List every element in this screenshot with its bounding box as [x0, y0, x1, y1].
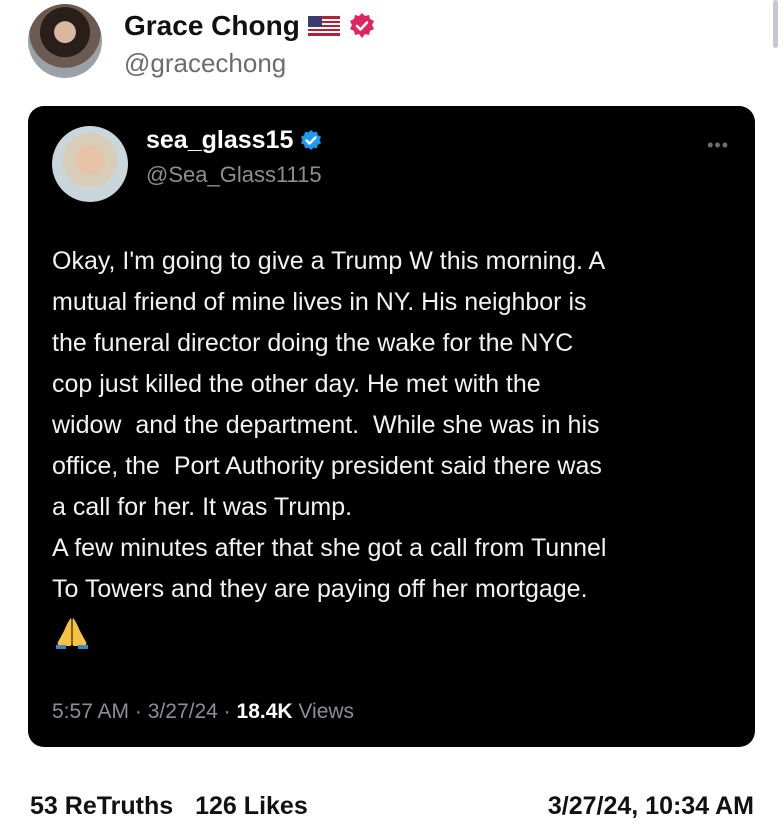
- embedded-author-name: sea_glass15: [146, 126, 294, 154]
- post-text-line: Okay, I'm going to give a Trump W this m…: [52, 247, 606, 275]
- post-text-line: widow and the department. While she was …: [52, 411, 600, 439]
- meta-separator: ·: [223, 700, 231, 723]
- post-text-line: the funeral director doing the wake for …: [52, 329, 574, 357]
- post-stats: 53 ReTruths 126 Likes: [30, 792, 308, 821]
- likes-stat[interactable]: 126 Likes: [195, 792, 308, 821]
- post-text-line: To Towers and they are paying off her mo…: [52, 575, 588, 603]
- verified-red-icon: [349, 13, 374, 38]
- post-text-line: cop just killed the other day. He met wi…: [52, 370, 541, 398]
- likes-count: 126: [195, 792, 237, 820]
- folded-hands-icon: [56, 618, 88, 649]
- embedded-author-handle: @Sea_Glass1115: [146, 162, 322, 187]
- post-time: 5:57 AM: [52, 700, 130, 723]
- likes-label: Likes: [243, 792, 308, 820]
- post-text-line: a call for her. It was Trump.: [52, 493, 353, 521]
- post-timestamp[interactable]: 3/27/24, 10:34 AM: [548, 792, 754, 821]
- views-label: Views: [298, 700, 355, 723]
- author-avatar[interactable]: [28, 4, 102, 78]
- embedded-post-body: Okay, I'm going to give a Trump W this m…: [52, 241, 742, 652]
- us-flag-icon: [307, 16, 340, 36]
- views-count: 18.4K: [236, 700, 293, 723]
- scrollbar[interactable]: [773, 0, 778, 48]
- retruths-count: 53: [30, 792, 58, 820]
- author-name[interactable]: Grace Chong: [124, 10, 300, 42]
- post-date: 3/27/24: [147, 700, 218, 723]
- embedded-author-name-row: sea_glass15: [146, 126, 323, 155]
- post-text-line: office, the Port Authority president sai…: [52, 452, 602, 480]
- post-text-line: mutual friend of mine lives in NY. His n…: [52, 288, 587, 316]
- verified-blue-icon: [301, 129, 322, 150]
- meta-separator: ·: [134, 700, 142, 723]
- author-name-row[interactable]: Grace Chong: [124, 10, 376, 42]
- embedded-author-avatar: [52, 126, 128, 202]
- post-page: Grace Chong @gracechong sea_glass15 @Sea…: [0, 0, 784, 839]
- retruths-label: ReTruths: [64, 792, 174, 820]
- embedded-post-card[interactable]: sea_glass15 @Sea_Glass1115 ••• Okay, I'm…: [28, 106, 755, 747]
- post-text-line: A few minutes after that she got a call …: [52, 534, 607, 562]
- embedded-post-meta: 5:57 AM · 3/27/24 · 18.4K Views: [52, 700, 354, 724]
- more-options-icon[interactable]: •••: [707, 136, 729, 154]
- retruths-stat[interactable]: 53 ReTruths: [30, 792, 173, 821]
- author-handle[interactable]: @gracechong: [124, 48, 286, 79]
